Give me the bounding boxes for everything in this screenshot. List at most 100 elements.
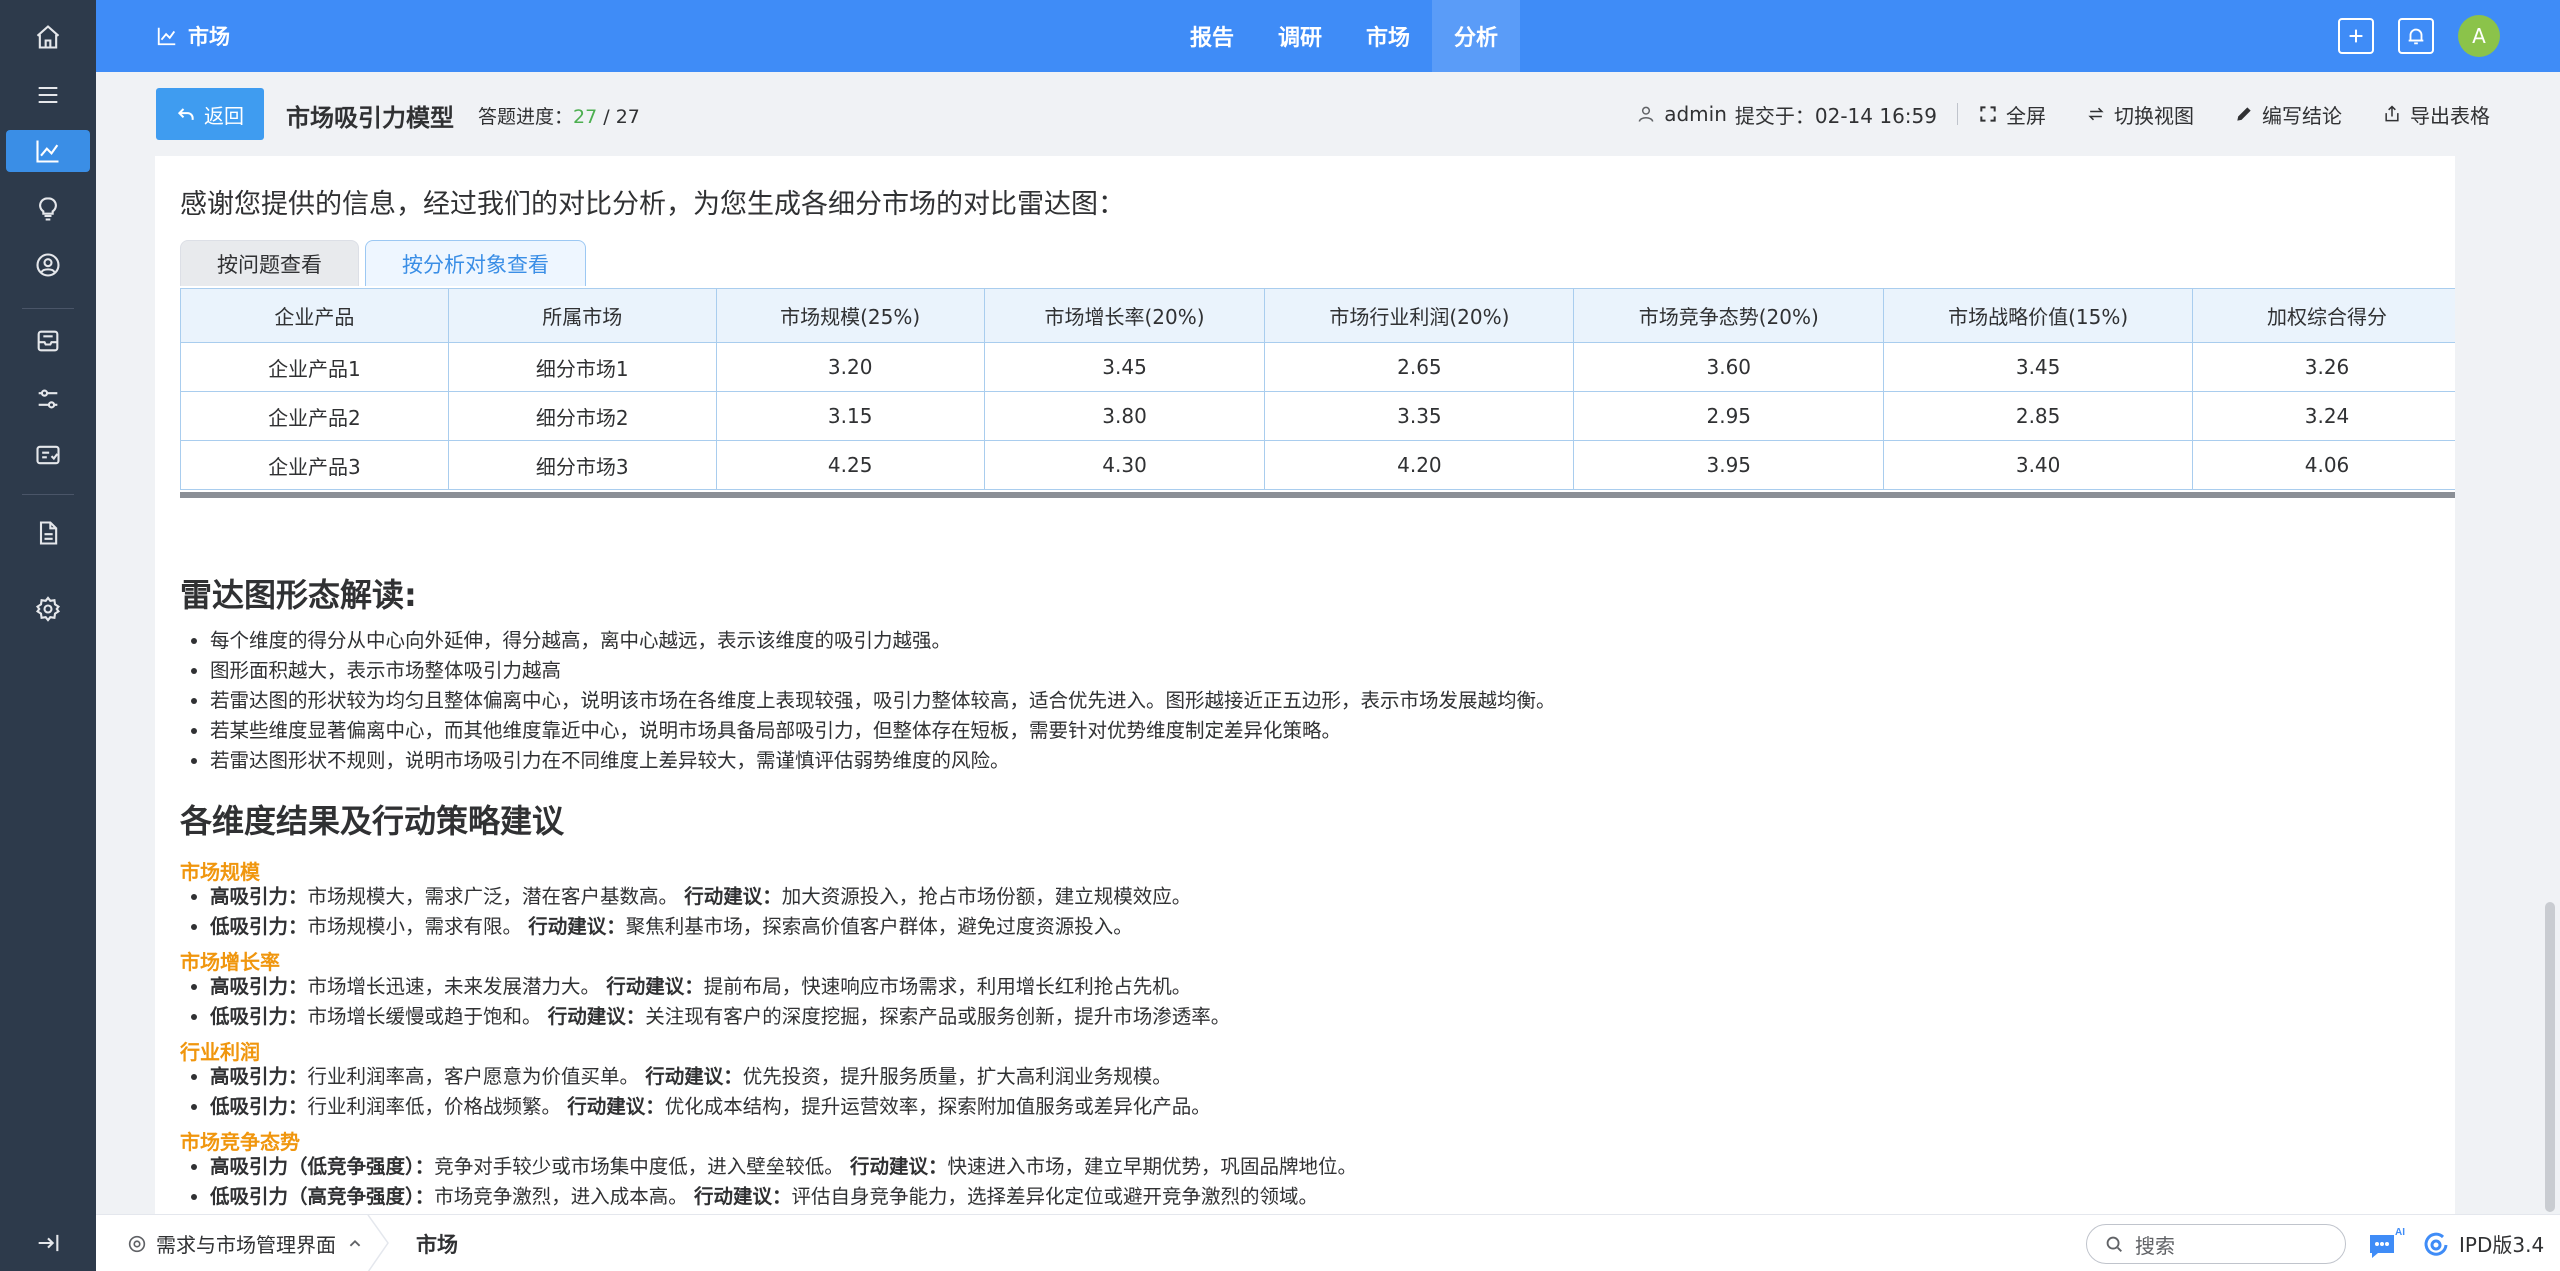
list-item: 若雷达图形状不规则，说明市场吸引力在不同维度上差异较大，需谨慎评估弱势维度的风险…: [210, 746, 1556, 776]
table-scrollbar[interactable]: [180, 492, 2455, 498]
top-actions: A: [2338, 0, 2500, 72]
progress-total: 27: [615, 106, 640, 128]
module-switcher[interactable]: 需求与市场管理界面: [126, 1215, 366, 1271]
export-icon: [2385, 105, 2399, 122]
user-icon: [1638, 106, 1654, 122]
back-arrow-icon: [177, 108, 194, 120]
inbox-icon: [37, 330, 59, 352]
export-table-button[interactable]: 导出表格: [2382, 100, 2490, 129]
plus-icon: [2349, 29, 2363, 43]
col-weighted[interactable]: 加权综合得分: [2192, 288, 2455, 343]
add-button[interactable]: [2338, 18, 2374, 54]
nav-research[interactable]: 调研: [1256, 0, 1344, 72]
col-growth[interactable]: 市场增长率(20%): [983, 288, 1266, 343]
col-product[interactable]: 企业产品: [180, 288, 449, 343]
sidebar-menu[interactable]: [6, 74, 90, 116]
module-label: 需求与市场管理界面: [156, 1233, 336, 1257]
pencil-icon: [2237, 107, 2251, 121]
answer-progress: 答题进度：27 / 27: [478, 102, 640, 129]
col-competition[interactable]: 市场竞争态势(20%): [1573, 288, 1885, 343]
fullscreen-label: 全屏: [2006, 103, 2046, 128]
list-item: 高吸引力：市场增长迅速，未来发展潜力大。 行动建议：提前布局，快速响应市场需求，…: [210, 972, 1230, 1002]
list-item: 低吸引力（高竞争强度）：市场竞争激烈，进入成本高。 行动建议：评估自身竞争能力，…: [210, 1182, 1357, 1212]
col-market[interactable]: 所属市场: [447, 288, 717, 343]
nav-analysis[interactable]: 分析: [1432, 0, 1521, 72]
nav-report[interactable]: 报告: [1168, 0, 1256, 72]
page-scrollbar[interactable]: [2540, 72, 2560, 1214]
brand[interactable]: 市场: [156, 0, 230, 72]
list-item: 高吸引力（低竞争强度）：竞争对手较少或市场集中度低，进入壁垒较低。 行动建议：快…: [210, 1152, 1357, 1182]
sidebar-inbox[interactable]: [6, 320, 90, 362]
sidebar-collapse[interactable]: [6, 1222, 90, 1264]
table-cell: 2.65: [1264, 342, 1575, 392]
search-icon: [2106, 1236, 2122, 1252]
table-cell: 4.20: [1264, 440, 1575, 490]
dimension-lines: 高吸引力：行业利润率高，客户愿意为价值买单。 行动建议：优先投资，提升服务质量，…: [210, 1062, 1211, 1122]
col-strategic[interactable]: 市场战略价值(15%): [1883, 288, 2194, 343]
switch-view-button[interactable]: 切换视图: [2086, 100, 2194, 129]
top-header: 市场 报告 调研 市场 分析 A: [96, 0, 2560, 72]
table-cell: 4.30: [983, 440, 1266, 490]
list-item: 高吸引力：市场规模大，需求广泛，潜在客户基数高。 行动建议：加大资源投入，抢占市…: [210, 882, 1191, 912]
back-button[interactable]: 返回: [156, 88, 264, 140]
table-cell: 3.95: [1573, 440, 1885, 490]
checklist-icon: [36, 445, 60, 465]
write-conclusion-button[interactable]: 编写结论: [2234, 100, 2342, 129]
list-item: 每个维度的得分从中心向外延伸，得分越高，离中心越远，表示该维度的吸引力越强。: [210, 626, 1556, 656]
user-circle-icon: [36, 253, 60, 277]
search-box[interactable]: 搜索: [2086, 1224, 2346, 1264]
back-label: 返回: [204, 103, 244, 128]
dimension-lines: 高吸引力：市场增长迅速，未来发展潜力大。 行动建议：提前布局，快速响应市场需求，…: [210, 972, 1230, 1032]
nav-market[interactable]: 市场: [1344, 0, 1432, 72]
sidebar-settings[interactable]: [6, 588, 90, 630]
module-gear-icon: [128, 1235, 146, 1252]
scrollbar-thumb[interactable]: [2545, 902, 2555, 1212]
menu-icon: [38, 86, 58, 104]
sub-actions: admin 提交于：02-14 16:59 全屏 切换视图 编写结论 导出表格: [1636, 72, 2490, 156]
list-item: 低吸引力：市场增长缓慢或趋于饱和。 行动建议：关注现有客户的深度挖掘，探索产品或…: [210, 1002, 1230, 1032]
table-cell: 3.45: [983, 342, 1266, 392]
version-info[interactable]: IPD版3.4: [2421, 1215, 2544, 1271]
gear-icon: [35, 596, 61, 622]
tab-by-question[interactable]: 按问题查看: [180, 240, 359, 286]
list-item: 低吸引力：市场规模小，需求有限。 行动建议：聚焦利基市场，探索高价值客户群体，避…: [210, 912, 1191, 942]
sidebar-analysis[interactable]: [6, 130, 90, 172]
table-cell: 3.24: [2192, 391, 2455, 441]
dimension-title: 市场增长率: [180, 950, 280, 974]
list-item: 低吸引力：行业利润率低，价格战频繁。 行动建议：优化成本结构，提升运营效率，探索…: [210, 1092, 1211, 1122]
table-header-row: 企业产品 所属市场 市场规模(25%) 市场增长率(20%) 市场行业利润(20…: [180, 288, 2455, 343]
table-row: 企业产品3 细分市场3 4.25 4.30 4.20 3.95 3.40 4.0…: [180, 440, 2455, 490]
table-cell: 3.45: [1883, 342, 2194, 392]
sidebar-docs[interactable]: [6, 512, 90, 554]
tab-by-object[interactable]: 按分析对象查看: [365, 240, 586, 286]
table-cell: 3.26: [2192, 342, 2455, 392]
dimension-lines: 高吸引力：市场规模大，需求广泛，潜在客户基数高。 行动建议：加大资源投入，抢占市…: [210, 882, 1191, 942]
dimension-lines: 高吸引力（低竞争强度）：竞争对手较少或市场集中度低，进入壁垒较低。 行动建议：快…: [210, 1152, 1357, 1212]
bottom-tab-market[interactable]: 市场: [416, 1215, 458, 1271]
sidebar-tasks[interactable]: [6, 434, 90, 476]
sidebar-home[interactable]: [6, 16, 90, 58]
fullscreen-button[interactable]: 全屏: [1978, 100, 2046, 129]
col-scale[interactable]: 市场规模(25%): [715, 288, 985, 343]
progress-done: 27: [573, 106, 598, 128]
table-cell: 细分市场3: [447, 440, 717, 490]
avatar[interactable]: A: [2458, 15, 2500, 57]
sidebar-user[interactable]: [6, 244, 90, 286]
col-profit[interactable]: 市场行业利润(20%): [1264, 288, 1575, 343]
ai-chat-icon[interactable]: AI: [2366, 1225, 2406, 1263]
sidebar-ideas[interactable]: [6, 188, 90, 230]
list-item: 高吸引力：行业利润率高，客户愿意为价值买单。 行动建议：优先投资，提升服务质量，…: [210, 1062, 1211, 1092]
notifications-button[interactable]: [2398, 18, 2434, 54]
score-table: 企业产品 所属市场 市场规模(25%) 市场增长率(20%) 市场行业利润(20…: [180, 288, 2455, 490]
lightbulb-icon: [39, 197, 57, 221]
bell-icon: [2408, 28, 2424, 45]
chevron-up-icon: [349, 1239, 361, 1246]
table-cell: 2.85: [1883, 391, 2194, 441]
sidebar: [0, 0, 96, 1271]
dimension-title: 市场规模: [180, 860, 260, 884]
radar-title: 雷达图形态解读:: [180, 576, 417, 614]
table-row: 企业产品1 细分市场1 3.20 3.45 2.65 3.60 3.45 3.2…: [180, 342, 2455, 392]
list-item: 若某些维度显著偏离中心，而其他维度靠近中心，说明市场具备局部吸引力，但整体存在短…: [210, 716, 1556, 746]
progress-label: 答题进度：: [478, 106, 574, 128]
sidebar-filters[interactable]: [6, 378, 90, 420]
